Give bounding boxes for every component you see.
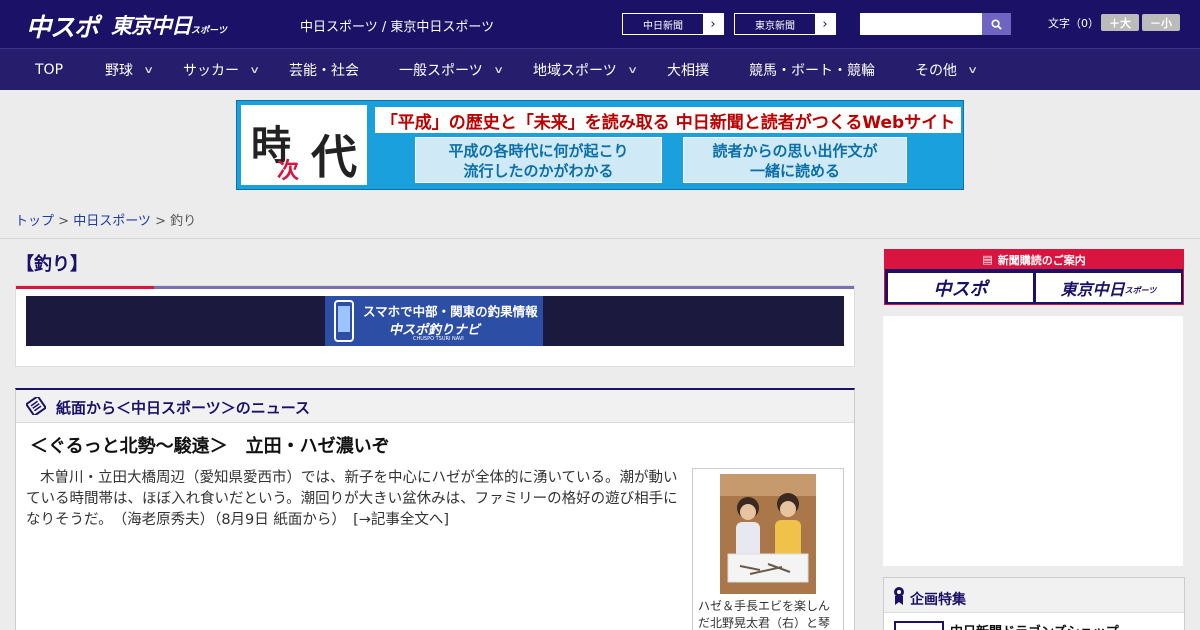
banner-box-memories: 読者からの思い出作文が 一緒に読める (683, 137, 907, 183)
subscribe-chuspo-button[interactable]: 中スポ (888, 273, 1033, 302)
subscribe-tokyo-button[interactable]: 東京中日 スポーツ (1036, 273, 1181, 302)
newspaper-icon (26, 397, 46, 415)
category-box: スマホで中部・関東の釣果情報 中スポ釣りナビ CHUSPO TSURI NAVI (15, 285, 855, 367)
tokyo-chunichi-logo[interactable]: 東京中日スポーツ (111, 10, 227, 40)
nav-item-racing[interactable]: 競馬・ボート・競輪 (749, 49, 875, 91)
divider (0, 238, 1200, 239)
news-section-title: 紙面から＜中日スポーツ＞のニュース (56, 399, 310, 417)
photo-caption: ハゼ＆手長エビを楽しんだ北野晃太君（右）と琴 (698, 599, 831, 630)
chevron-right-icon: › (815, 14, 835, 34)
accent-bar (16, 286, 154, 289)
nav-item-baseball[interactable]: 野球 ∨ (105, 49, 155, 91)
article-headline[interactable]: ＜ぐるっと北勢～駿遠＞ 立田・ハゼ濃いぞ (30, 432, 390, 458)
nav-label: 野球 (105, 63, 133, 79)
site-links[interactable]: 中日スポーツ / 東京中日スポーツ (300, 16, 494, 35)
banner-box-history: 平成の各時代に何が起こり 流行したのかがわかる (415, 137, 662, 183)
article-photo[interactable] (720, 474, 816, 594)
tsuri-navi-banner[interactable]: スマホで中部・関東の釣果情報 中スポ釣りナビ CHUSPO TSURI NAVI (26, 296, 844, 346)
font-size-up-button[interactable]: ＋大 (1101, 14, 1139, 31)
nav-label: サッカー (183, 63, 239, 79)
breadcrumb-section-link[interactable]: 中日スポーツ (73, 214, 151, 229)
banner-logo: 時 次 代 (241, 105, 367, 185)
breadcrumb-current: 釣り (170, 214, 197, 229)
ribbon-icon (894, 587, 904, 605)
nav-item-general-sports[interactable]: 一般スポーツ ∨ (399, 49, 504, 91)
banner-box-line: 一緒に読める (749, 162, 840, 180)
chevron-down-icon: ∨ (249, 64, 261, 76)
feature-header: 企画特集 (884, 578, 1184, 613)
chunichi-shimbun-button[interactable]: 中日新聞 › (622, 13, 724, 35)
promo-line-1: スマホで中部・関東の釣果情報 (363, 304, 538, 319)
chuspo-logo[interactable]: 中スポ (26, 8, 99, 44)
nav-label: その他 (915, 63, 957, 79)
feature-thumbnail[interactable] (894, 621, 944, 630)
chevron-down-icon: ∨ (143, 64, 155, 76)
jisedai-banner[interactable]: 時 次 代 「平成」の歴史と「未来」を読み取る 中日新聞と読者がつくるWebサイ… (236, 100, 964, 190)
photo-illustration (720, 474, 816, 594)
chevron-down-icon: ∨ (967, 64, 979, 76)
feature-title: 企画特集 (910, 592, 966, 608)
chevron-down-icon: ∨ (492, 64, 504, 76)
nav-label: TOP (35, 62, 64, 78)
search-input[interactable] (860, 13, 982, 35)
search-button[interactable] (982, 13, 1011, 35)
banner-box-line: 読者からの思い出作文が (712, 142, 878, 160)
main-nav: TOP 野球 ∨ サッカー ∨ 芸能・社会 一般スポーツ ∨ 地域スポーツ ∨ 大相撲 … (0, 48, 1200, 90)
article-summary: 木曽川・立田大橋周辺（愛知県愛西市）では、新子を中心にハゼが全体的に湧いている。… (26, 470, 678, 528)
banner-box-line: 平成の各時代に何が起こり (448, 142, 629, 160)
breadcrumb: トップ > 中日スポーツ > 釣り (15, 210, 196, 229)
promo-line-3: CHUSPO TSURI NAVI (413, 336, 464, 342)
banner-kanji-2: 次 (277, 159, 300, 184)
tsuri-navi-inner: スマホで中部・関東の釣果情報 中スポ釣りナビ CHUSPO TSURI NAVI (325, 296, 543, 346)
feature-item-link[interactable]: 中日新聞ドラゴンズショップ (950, 621, 1119, 630)
banner-kanji-3: 代 (311, 130, 357, 184)
banner-headline: 「平成」の歴史と「未来」を読み取る 中日新聞と読者がつくるWebサイト (375, 107, 961, 133)
tokyo-shimbun-button[interactable]: 東京新聞 › (734, 13, 836, 35)
nav-label: 芸能・社会 (289, 63, 359, 79)
nav-item-soccer[interactable]: サッカー ∨ (183, 49, 261, 91)
tokyo-logo-sub: スポーツ (191, 26, 227, 36)
accent-bar (154, 286, 854, 289)
nav-item-local-sports[interactable]: 地域スポーツ ∨ (533, 49, 638, 91)
chevron-down-icon: ∨ (626, 64, 638, 76)
nav-label: 大相撲 (667, 63, 709, 79)
subscription-header: ▤ 新聞購読のご案内 (885, 250, 1183, 269)
subscribe-tokyo-sub: スポーツ (1124, 286, 1157, 295)
nav-item-top[interactable]: TOP (35, 49, 63, 91)
subscribe-tokyo-label: 東京中日 (1060, 279, 1125, 299)
nav-label: 一般スポーツ (399, 63, 483, 79)
subscription-box: ▤ 新聞購読のご案内 中スポ 東京中日 スポーツ (884, 249, 1184, 305)
font-size-label: 文字（0） (1048, 17, 1099, 30)
breadcrumb-separator: > (54, 214, 74, 229)
smartphone-icon (334, 300, 354, 342)
font-size-down-button[interactable]: －小 (1142, 14, 1180, 31)
search-icon (991, 18, 1002, 30)
feature-section: 企画特集 中日新聞ドラゴンズショップ (883, 577, 1185, 630)
nav-label: 地域スポーツ (533, 63, 617, 79)
nav-item-entertainment[interactable]: 芸能・社会 (289, 49, 359, 91)
news-section-header: 紙面から＜中日スポーツ＞のニュース (16, 390, 854, 423)
page-title: 【釣り】 (16, 254, 88, 275)
chevron-right-icon: › (703, 14, 723, 34)
breadcrumb-separator: > (150, 214, 171, 229)
subscription-header-label: 新聞購読のご案内 (997, 253, 1086, 267)
nav-label: 競馬・ボート・競輪 (749, 63, 875, 79)
nav-item-others[interactable]: その他 ∨ (915, 49, 979, 91)
banner-box-line: 流行したのかがわかる (463, 162, 614, 180)
breadcrumb-home-link[interactable]: トップ (15, 214, 54, 229)
chunichi-shimbun-label: 中日新聞 (643, 20, 683, 32)
tokyo-logo-text: 東京中日 (111, 14, 192, 38)
tokyo-shimbun-label: 東京新聞 (755, 20, 795, 32)
newspaper-icon: ▤ (982, 253, 993, 266)
nav-item-sumo[interactable]: 大相撲 (667, 49, 709, 91)
ad-slot (883, 316, 1183, 566)
